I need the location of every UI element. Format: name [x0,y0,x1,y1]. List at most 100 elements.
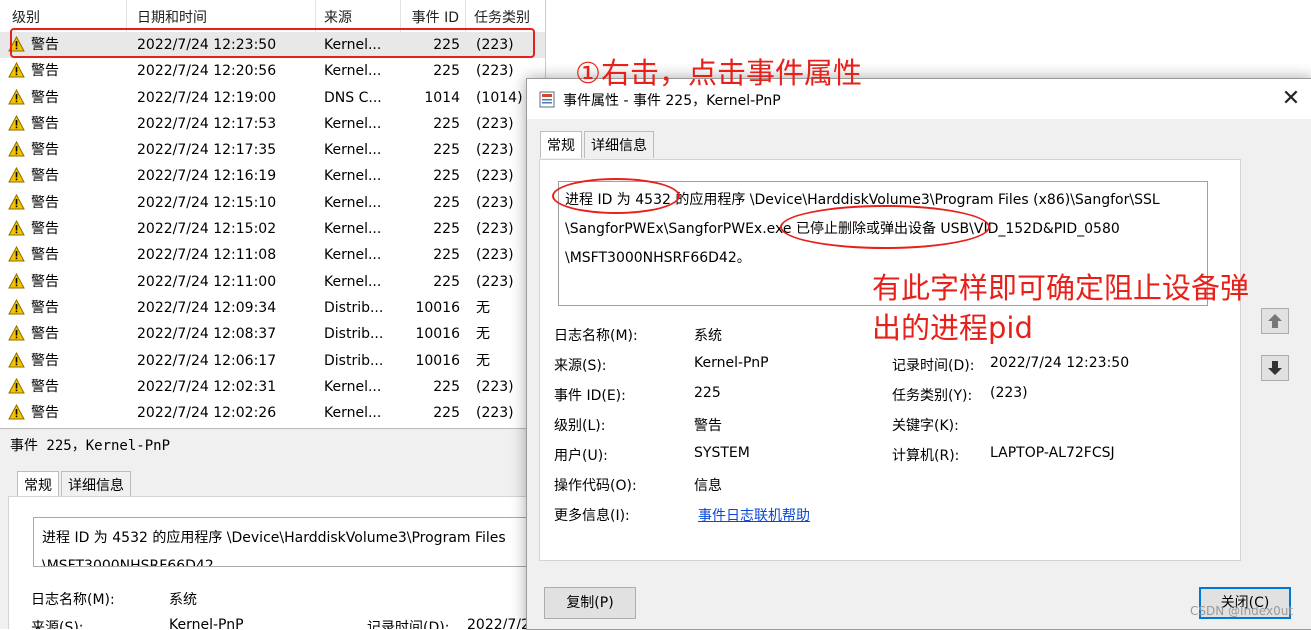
user-value: SYSTEM [694,445,750,461]
task-cell: (1014) [476,89,523,106]
event-id-cell: 10016 [415,299,460,316]
event-id-cell: 225 [433,405,460,422]
event-rows: 警告 2022/7/24 12:23:50 Kernel... 225 (223) 警告 2… [0,32,545,426]
preview-log-name-value: 系统 [169,592,197,608]
preview-logged-label: 记录时间(D): [367,620,450,629]
selected-row-highlight-annotation [10,28,535,58]
table-row[interactable]: 警告 2022/7/24 12:17:35 Kernel... 225 (223) [0,137,545,163]
event-id-value: 225 [694,385,721,401]
table-row[interactable]: 警告 2022/7/24 12:08:37 Distrib... 10016 无 [0,321,545,347]
preview-title: 事件 225，Kernel-PnP [10,438,171,454]
copy-button[interactable]: 复制(P) [544,587,636,619]
table-row[interactable]: 警告 2022/7/24 12:15:10 Kernel... 225 (223) [0,190,545,216]
annotation-step1: ①右击，点击事件属性 [575,56,862,90]
preview-log-name-label: 日志名称(M): [31,592,115,608]
table-row[interactable]: 警告 2022/7/24 12:06:17 Distrib... 10016 无 [0,348,545,374]
annotation-note-line2: 出的进程pid [872,311,1033,345]
arrow-up-icon [1268,314,1282,328]
keywords-label: 关键字(K): [892,418,959,434]
event-id-cell: 225 [433,63,460,80]
annotation-note: 有此字样即可确定阻止设备弹 出的进程pid [872,268,1249,348]
annotation-stopped-ellipse [780,205,990,249]
user-label: 用户(U): [554,448,608,464]
table-row[interactable]: 警告 2022/7/24 12:02:26 Kernel... 225 (223) [0,400,545,426]
event-id-cell: 225 [433,115,460,132]
table-row[interactable]: 警告 2022/7/24 12:20:56 Kernel... 225 (223) [0,58,545,84]
event-id-cell: 225 [433,273,460,290]
task-cell: 无 [476,326,490,343]
preview-source-value: Kernel-PnP [169,617,244,629]
event-list: 级别 日期和时间 来源 事件 ID 任务类别 警告 2022/7/24 12:23… [0,0,546,428]
source-value: Kernel-PnP [694,355,769,371]
table-row[interactable]: 警告 2022/7/24 12:02:31 Kernel... 225 (223) [0,374,545,400]
event-id-cell: 1014 [424,89,460,106]
online-help-link[interactable]: 事件日志联机帮助 [698,505,810,525]
level-value: 警告 [694,418,722,434]
arrow-down-icon [1268,361,1282,375]
event-id-cell: 225 [433,168,460,185]
message-exe-text: \SangforPWEx\SangforPWEx.exe [565,221,796,237]
event-id-cell: 10016 [415,352,460,369]
source-label: 来源(S): [554,358,607,374]
log-name-label: 日志名称(M): [554,328,638,344]
preview-logged-value: 2022/7/2 [467,617,530,629]
opcode-value: 信息 [694,478,722,494]
event-id-cell: 225 [433,194,460,211]
event-properties-dialog: 事件属性 - 事件 225，Kernel-PnP ✕ 常规 详细信息 进程 ID … [526,78,1311,630]
task-cell: (223) [476,378,514,395]
preview-source-label: 来源(S): [31,620,84,629]
table-row[interactable]: 警告 2022/7/24 12:16:19 Kernel... 225 (223) [0,163,545,189]
more-info-label: 更多信息(I): [554,508,630,524]
table-row[interactable]: 警告 2022/7/24 12:15:02 Kernel... 225 (223) [0,216,545,242]
message-vid-text: \VID_152D&PID_0580 [969,221,1120,237]
previous-event-button[interactable] [1261,308,1289,334]
close-icon[interactable]: ✕ [1277,85,1305,113]
preview-message[interactable]: 进程 ID 为 4532 的应用程序 \Device\HarddiskVolum… [33,517,545,567]
task-cell: 无 [476,352,490,369]
tab-general[interactable]: 常规 [540,131,582,158]
event-id-cell: 10016 [415,326,460,343]
task-category-value: (223) [990,385,1028,401]
event-id-cell: 225 [433,142,460,159]
opcode-label: 操作代码(O): [554,478,637,494]
event-id-label: 事件 ID(E): [554,388,626,404]
log-name-value: 系统 [694,328,722,344]
preview-panel: 进程 ID 为 4532 的应用程序 \Device\HarddiskVolum… [8,496,545,629]
computer-value: LAPTOP-AL72FCSJ [990,445,1115,461]
table-row[interactable]: 警告 2022/7/24 12:09:34 Distrib... 10016 无 [0,295,545,321]
preview-tab-general[interactable]: 常规 [17,471,59,498]
task-cell: (223) [476,168,514,185]
table-row[interactable]: 警告 2022/7/24 12:19:00 DNS C... 1014 (1014) [0,85,545,111]
dialog-tabs: 常规 详细信息 [540,131,656,158]
task-cell: 无 [476,299,490,316]
preview-tab-details[interactable]: 详细信息 [61,471,131,498]
level-label: 级别(L): [554,418,606,434]
logged-value: 2022/7/24 12:23:50 [990,355,1130,371]
event-id-cell: 225 [433,378,460,395]
table-row[interactable]: 警告 2022/7/24 12:11:08 Kernel... 225 (223) [0,242,545,268]
task-cell: (223) [476,221,514,238]
preview-message-line2: \MSFT3000NHSRF66D42 [42,558,214,567]
table-row[interactable]: 警告 2022/7/24 12:17:53 Kernel... 225 (223) [0,111,545,137]
annotation-note-line1: 有此字样即可确定阻止设备弹 [872,271,1250,305]
preview-message-line1: 进程 ID 为 4532 的应用程序 \Device\HarddiskVolum… [42,530,506,546]
computer-label: 计算机(R): [892,448,960,464]
table-row[interactable]: 警告 2022/7/24 12:11:00 Kernel... 225 (223) [0,269,545,295]
task-cell: (223) [476,405,514,422]
logged-label: 记录时间(D): [892,358,975,374]
tab-details[interactable]: 详细信息 [584,131,654,158]
dialog-title: 事件属性 - 事件 225，Kernel-PnP [563,93,781,109]
preview-tabs: 常规 详细信息 [17,471,133,498]
event-preview-pane: 事件 225，Kernel-PnP 常规 详细信息 进程 ID 为 4532 的应… [0,428,545,629]
task-cell: (223) [476,115,514,132]
event-viewer-icon [539,91,555,108]
task-cell: (223) [476,142,514,159]
event-id-cell: 225 [433,221,460,238]
task-cell: (223) [476,247,514,264]
task-cell: (223) [476,273,514,290]
annotation-pid-ellipse [552,178,680,214]
task-cell: (223) [476,63,514,80]
watermark: CSDN @Index0ut [1190,604,1294,618]
task-category-label: 任务类别(Y): [892,388,973,404]
next-event-button[interactable] [1261,355,1289,381]
